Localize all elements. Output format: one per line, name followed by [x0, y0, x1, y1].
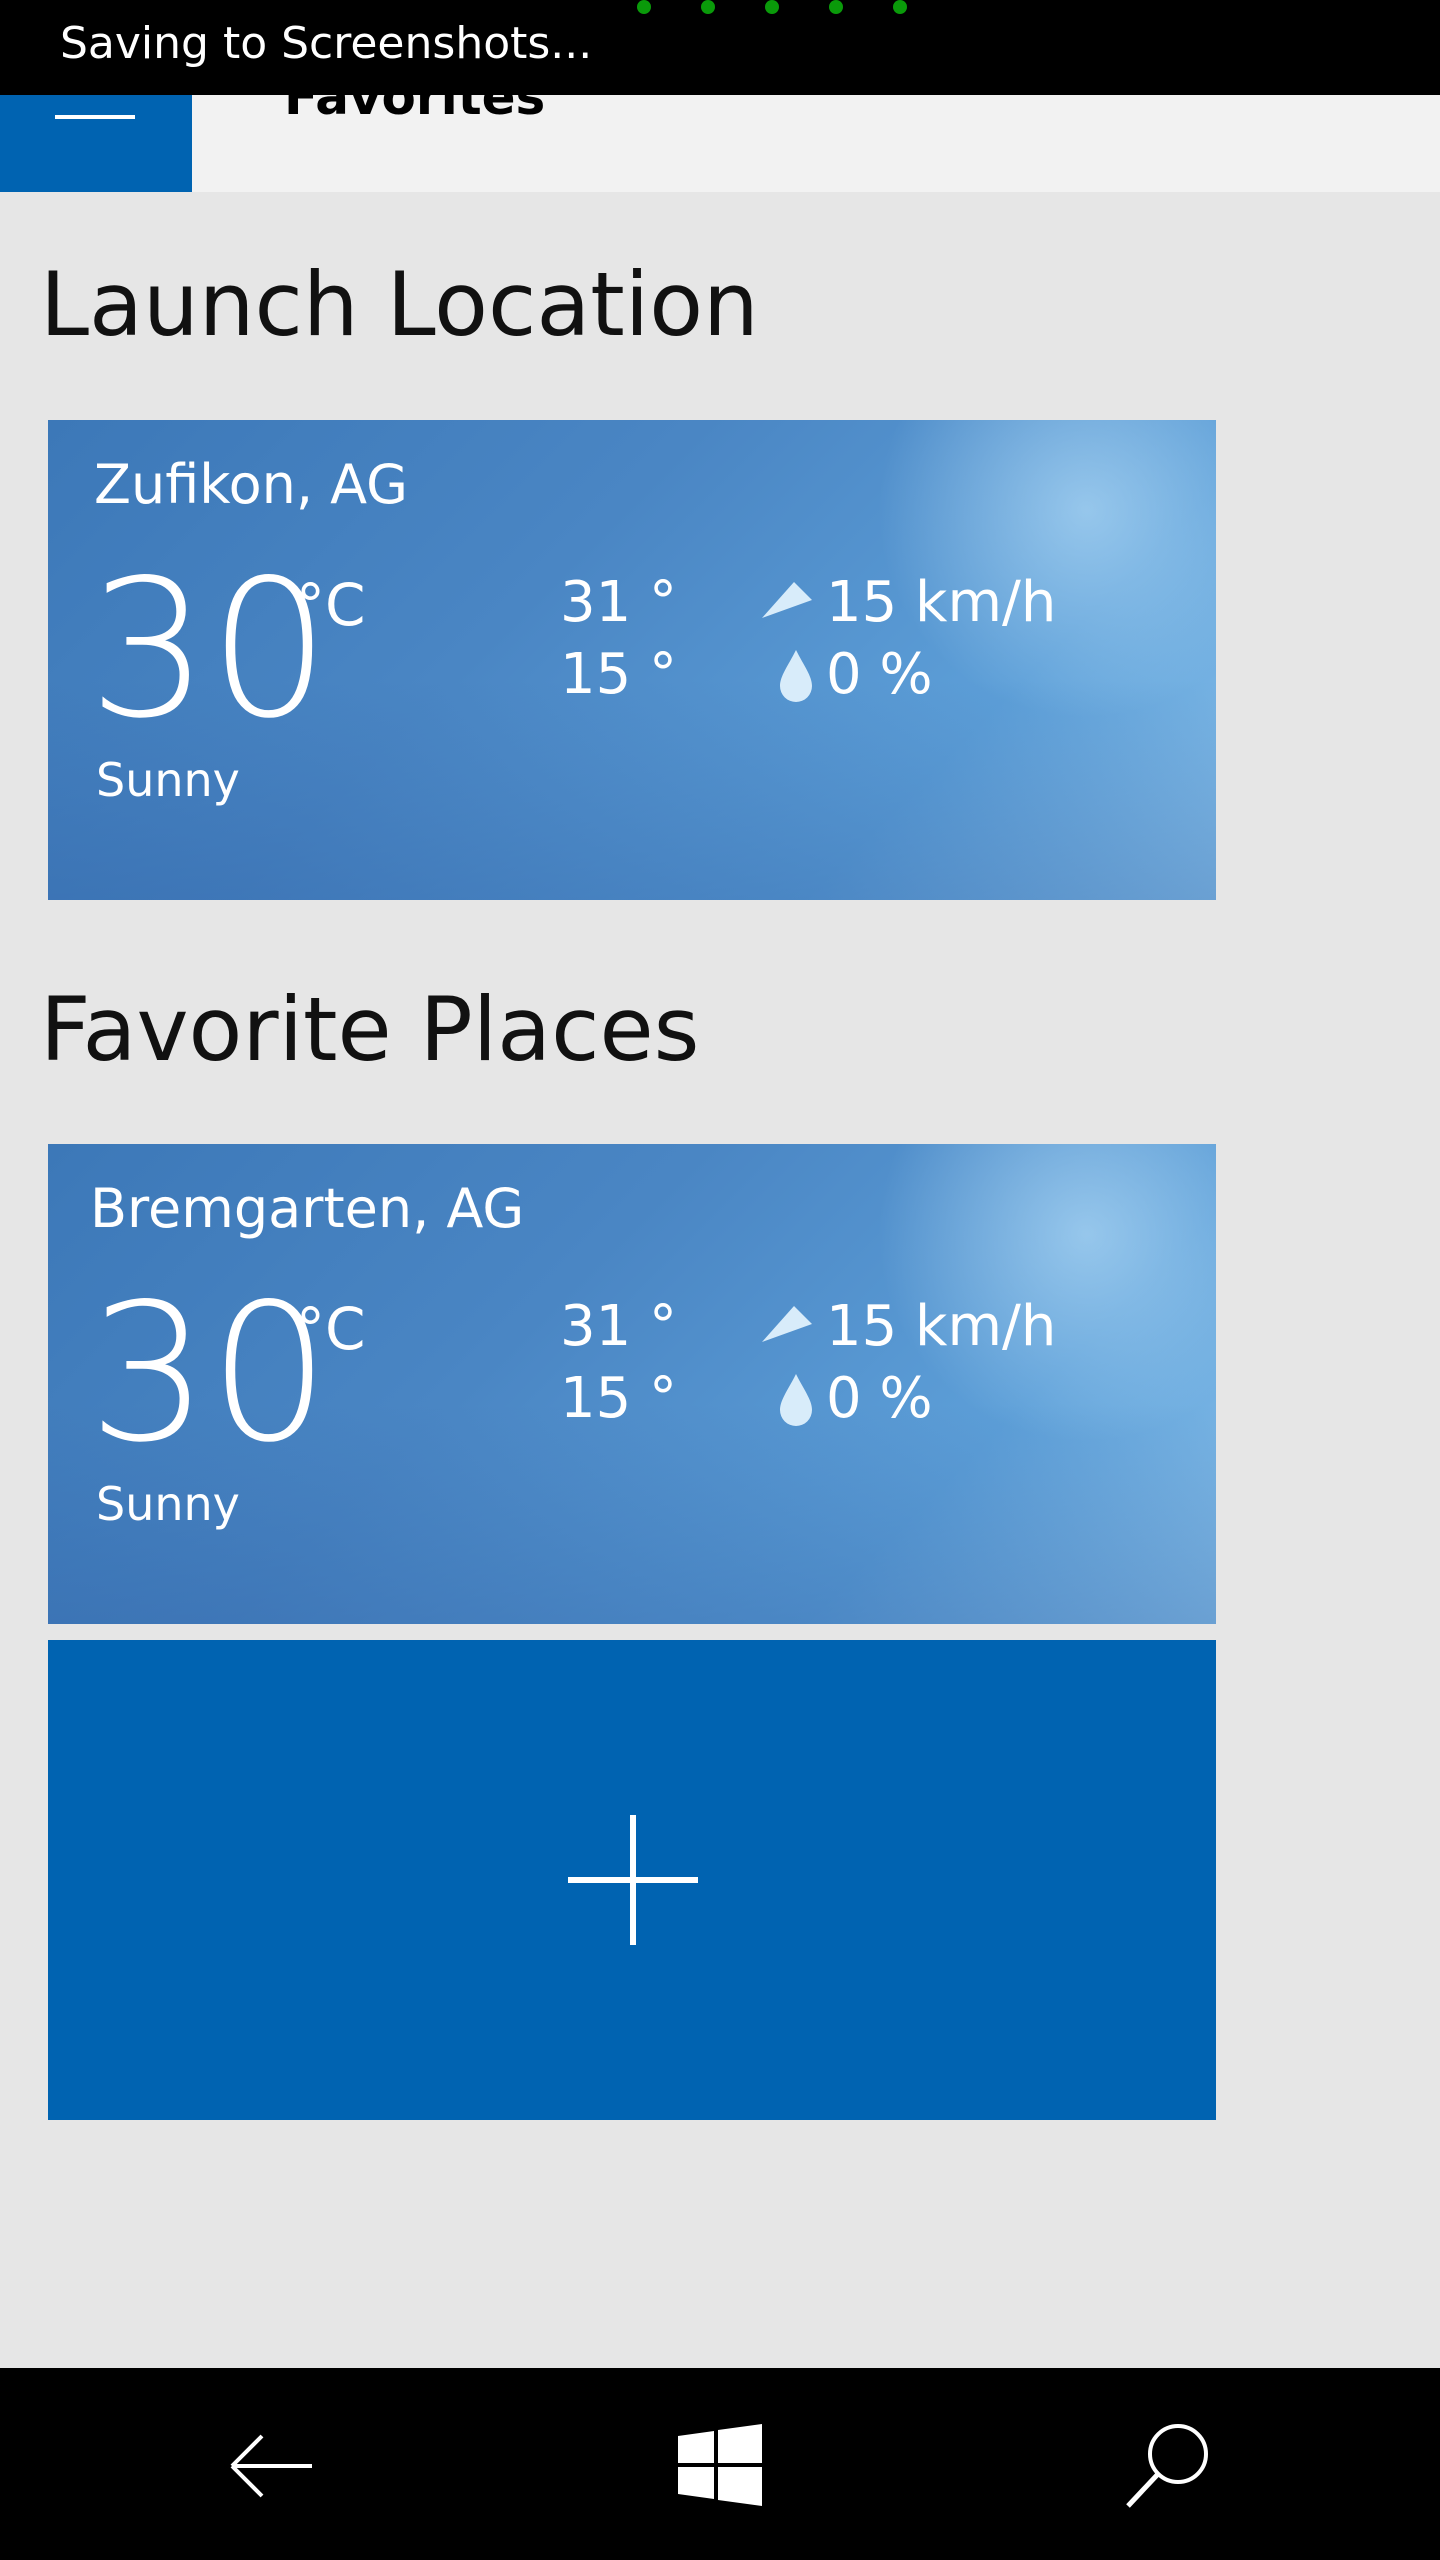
- windows-logo-icon: [678, 2424, 762, 2506]
- raindrop-icon: [780, 1374, 812, 1426]
- card-wind: 15 km/h: [826, 1294, 1057, 1359]
- search-button[interactable]: [1118, 2416, 1218, 2516]
- navigation-bar: [0, 2368, 1440, 2560]
- back-button[interactable]: [222, 2416, 322, 2516]
- status-toast: Saving to Screenshots...: [0, 0, 1440, 95]
- card-low-temp: 15 °: [560, 642, 678, 707]
- hamburger-menu-button[interactable]: [0, 95, 192, 192]
- card-temperature: 30: [88, 1263, 330, 1484]
- toast-text: Saving to Screenshots...: [60, 18, 593, 69]
- wind-icon: [762, 582, 812, 618]
- card-wind: 15 km/h: [826, 570, 1057, 635]
- launch-location-card[interactable]: Zufikon, AG 30 °C Sunny 31 ° 15 ° 15 km/…: [48, 420, 1216, 900]
- card-condition: Sunny: [96, 753, 240, 807]
- card-city: Zufikon, AG: [94, 453, 409, 516]
- card-unit: °C: [296, 571, 366, 639]
- card-condition: Sunny: [96, 1477, 240, 1531]
- launch-location-heading: Launch Location: [40, 253, 759, 356]
- favorite-place-card[interactable]: Bremgarten, AG 30 °C Sunny 31 ° 15 ° 15 …: [48, 1144, 1216, 1624]
- search-icon: [1126, 2424, 1208, 2508]
- plus-icon: [568, 1815, 698, 1945]
- favorite-places-heading: Favorite Places: [40, 978, 700, 1081]
- back-arrow-icon: [230, 2434, 312, 2498]
- app-header: Favorites: [0, 68, 1440, 192]
- card-high-temp: 31 °: [560, 1294, 678, 1359]
- card-unit: °C: [296, 1295, 366, 1363]
- card-low-temp: 15 °: [560, 1366, 678, 1431]
- wind-icon: [762, 1306, 812, 1342]
- card-temperature: 30: [88, 539, 330, 760]
- card-city: Bremgarten, AG: [90, 1177, 525, 1240]
- start-button[interactable]: [670, 2416, 770, 2516]
- card-precipitation: 0 %: [826, 1366, 933, 1431]
- add-favorite-button[interactable]: [48, 1640, 1216, 2120]
- card-high-temp: 31 °: [560, 570, 678, 635]
- raindrop-icon: [780, 650, 812, 702]
- card-precipitation: 0 %: [826, 642, 933, 707]
